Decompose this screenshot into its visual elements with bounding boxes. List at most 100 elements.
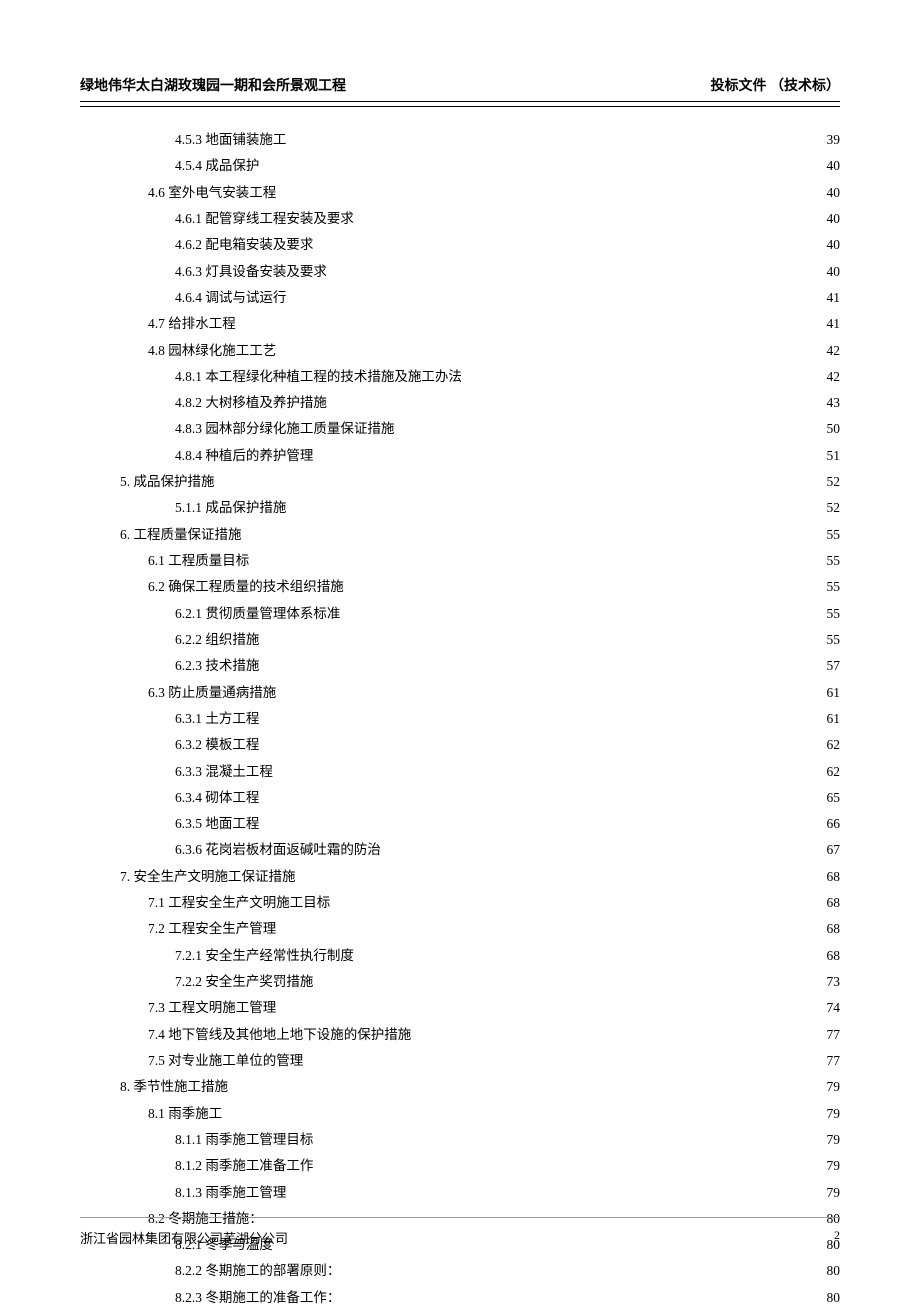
toc-entry-label: 6.3.1 土方工程 [175, 706, 259, 732]
toc-entry-label: 4.8.3 园林部分绿化施工质量保证措施 [175, 416, 394, 442]
toc-entry-page: 41 [827, 311, 841, 337]
toc-entry-label: 4.8 园林绿化施工工艺 [148, 338, 276, 364]
toc-entry-page: 55 [827, 522, 841, 548]
toc-entry-page: 51 [827, 443, 841, 469]
toc-entry-page: 40 [827, 180, 841, 206]
toc-entry: 4.8.1 本工程绿化种植工程的技术措施及施工办法42 [80, 364, 840, 390]
toc-entry-label: 8.2.2 冬期施工的部署原则： [175, 1258, 340, 1284]
toc-entry: 6.2 确保工程质量的技术组织措施 55 [80, 574, 840, 600]
toc-entry-label: 6.2.3 技术措施 [175, 653, 259, 679]
toc-entry: 8. 季节性施工措施79 [80, 1074, 840, 1100]
toc-entry: 7.3 工程文明施工管理 74 [80, 995, 840, 1021]
toc-entry: 5. 成品保护措施 52 [80, 469, 840, 495]
toc-entry: 6.3.5 地面工程 66 [80, 811, 840, 837]
toc-entry-label: 6.3.5 地面工程 [175, 811, 259, 837]
toc-entry-page: 40 [827, 259, 841, 285]
toc-entry: 7.5 对专业施工单位的管理77 [80, 1048, 840, 1074]
toc-entry: 4.8.3 园林部分绿化施工质量保证措施 50 [80, 416, 840, 442]
toc-entry-label: 6.3.4 砌体工程 [175, 785, 259, 811]
toc-entry-label: 4.8.1 本工程绿化种植工程的技术措施及施工办法 [175, 364, 462, 390]
toc-entry: 4.5.3 地面铺装施工39 [80, 127, 840, 153]
toc-entry-page: 40 [827, 232, 841, 258]
toc-entry-label: 8.1.3 雨季施工管理 [175, 1180, 286, 1206]
toc-entry-page: 74 [827, 995, 841, 1021]
toc-entry: 6.2.1 贯彻质量管理体系标准55 [80, 601, 840, 627]
toc-entry-label: 8.1.2 雨季施工准备工作 [175, 1153, 313, 1179]
toc-entry: 6.3.2 模板工程 62 [80, 732, 840, 758]
toc-entry-label: 8.1 雨季施工 [148, 1101, 222, 1127]
toc-entry-page: 79 [827, 1101, 841, 1127]
page-header: 绿地伟华太白湖玫瑰园一期和会所景观工程 投标文件 （技术标） [80, 75, 840, 102]
toc-entry-label: 6.3.6 花岗岩板材面返碱吐霜的防治 [175, 837, 381, 863]
toc-entry: 4.7 给排水工程 41 [80, 311, 840, 337]
toc-entry: 4.6 室外电气安装工程 40 [80, 180, 840, 206]
toc-entry: 8.1.3 雨季施工管理 79 [80, 1180, 840, 1206]
toc-entry-page: 77 [827, 1022, 841, 1048]
toc-entry-page: 62 [827, 732, 841, 758]
toc-entry: 7. 安全生产文明施工保证措施68 [80, 864, 840, 890]
toc-entry-label: 6. 工程质量保证措施 [120, 522, 242, 548]
footer-company: 浙江省园林集团有限公司芜湖分公司 [80, 1228, 288, 1247]
toc-entry-page: 42 [827, 338, 841, 364]
toc-entry: 4.8.4 种植后的养护管理51 [80, 443, 840, 469]
toc-entry-page: 80 [827, 1258, 841, 1284]
toc-entry-page: 65 [827, 785, 841, 811]
toc-entry-page: 57 [827, 653, 841, 679]
toc-entry: 7.4 地下管线及其他地上地下设施的保护措施 77 [80, 1022, 840, 1048]
toc-entry: 4.6.2 配电箱安装及要求 40 [80, 232, 840, 258]
toc-entry-label: 4.8.2 大树移植及养护措施 [175, 390, 327, 416]
toc-entry-page: 80 [827, 1285, 841, 1311]
toc-entry-label: 6.2.2 组织措施 [175, 627, 259, 653]
toc-entry-page: 55 [827, 601, 841, 627]
toc-entry-label: 7.1 工程安全生产文明施工目标 [148, 890, 330, 916]
toc-entry: 7.2.2 安全生产奖罚措施73 [80, 969, 840, 995]
toc-entry: 7.2 工程安全生产管理68 [80, 916, 840, 942]
toc-entry-page: 55 [827, 627, 841, 653]
toc-entry-label: 4.6.4 调试与试运行 [175, 285, 286, 311]
toc-entry-page: 39 [827, 127, 841, 153]
toc-entry: 7.1 工程安全生产文明施工目标 68 [80, 890, 840, 916]
header-underline [80, 106, 840, 107]
toc-entry-page: 61 [827, 706, 841, 732]
toc-entry-page: 79 [827, 1153, 841, 1179]
toc-entry-label: 4.7 给排水工程 [148, 311, 236, 337]
toc-entry-page: 40 [827, 153, 841, 179]
toc-entry-page: 67 [827, 837, 841, 863]
toc-entry-page: 79 [827, 1127, 841, 1153]
toc-entry-label: 6.3 防止质量通病措施 [148, 680, 276, 706]
toc-entry-page: 62 [827, 759, 841, 785]
toc-entry-page: 66 [827, 811, 841, 837]
toc-entry: 4.6.4 调试与试运行 41 [80, 285, 840, 311]
toc-entry-label: 7.4 地下管线及其他地上地下设施的保护措施 [148, 1022, 411, 1048]
toc-entry-page: 41 [827, 285, 841, 311]
toc-entry-page: 55 [827, 548, 841, 574]
toc-entry-label: 7.3 工程文明施工管理 [148, 995, 276, 1021]
toc-entry-page: 79 [827, 1180, 841, 1206]
toc-entry: 8.1.1 雨季施工管理目标79 [80, 1127, 840, 1153]
table-of-contents: 4.5.3 地面铺装施工394.5.4 成品保护404.6 室外电气安装工程40… [80, 127, 840, 1311]
toc-entry-page: 40 [827, 206, 841, 232]
toc-entry-label: 8. 季节性施工措施 [120, 1074, 228, 1100]
toc-entry-page: 50 [827, 416, 841, 442]
toc-entry: 6.2.2 组织措施 55 [80, 627, 840, 653]
toc-entry-label: 4.6.3 灯具设备安装及要求 [175, 259, 327, 285]
toc-entry-label: 4.6 室外电气安装工程 [148, 180, 276, 206]
toc-entry: 6.3.6 花岗岩板材面返碱吐霜的防治 67 [80, 837, 840, 863]
toc-entry: 6.3.3 混凝土工程62 [80, 759, 840, 785]
header-title-left: 绿地伟华太白湖玫瑰园一期和会所景观工程 [80, 75, 346, 95]
toc-entry-label: 6.3.2 模板工程 [175, 732, 259, 758]
toc-entry-label: 5. 成品保护措施 [120, 469, 215, 495]
toc-entry-page: 52 [827, 469, 841, 495]
toc-entry-page: 52 [827, 495, 841, 521]
toc-entry-page: 68 [827, 890, 841, 916]
toc-entry-label: 4.6.1 配管穿线工程安装及要求 [175, 206, 354, 232]
toc-entry-page: 43 [827, 390, 841, 416]
toc-entry: 6.3.1 土方工程 61 [80, 706, 840, 732]
toc-entry-label: 4.6.2 配电箱安装及要求 [175, 232, 313, 258]
toc-entry-label: 8.2.3 冬期施工的准备工作： [175, 1285, 340, 1311]
toc-entry-label: 6.2 确保工程质量的技术组织措施 [148, 574, 344, 600]
toc-entry: 4.6.1 配管穿线工程安装及要求 40 [80, 206, 840, 232]
toc-entry-label: 7. 安全生产文明施工保证措施 [120, 864, 296, 890]
toc-entry-page: 55 [827, 574, 841, 600]
page-footer: 浙江省园林集团有限公司芜湖分公司 2 [80, 1217, 840, 1247]
